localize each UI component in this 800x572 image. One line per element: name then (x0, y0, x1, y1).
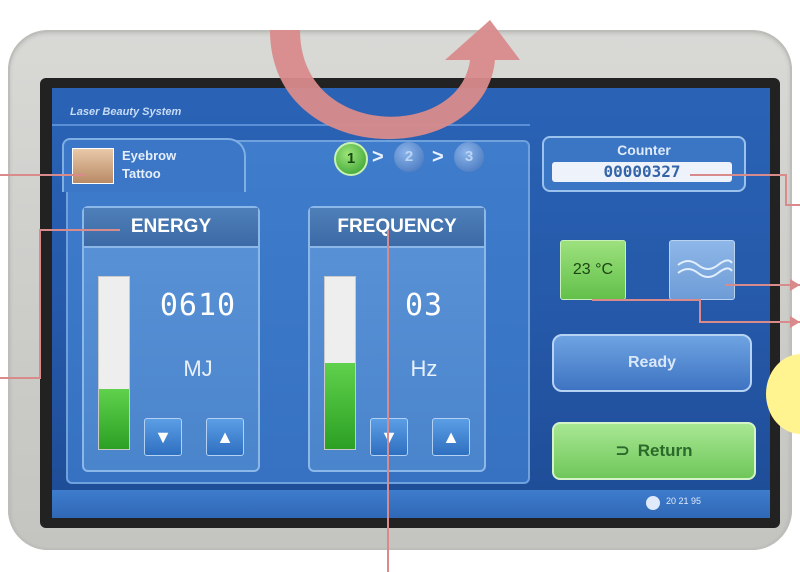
step-1-button[interactable]: 1 (334, 142, 368, 176)
app-title: Laser Beauty System (70, 106, 182, 118)
frequency-level-fill (325, 363, 355, 449)
energy-value: 0610 (159, 288, 237, 323)
frequency-unit: Hz (410, 356, 438, 381)
wave-icon (677, 259, 733, 278)
frequency-increase-button[interactable]: ▲ (432, 418, 470, 456)
chevron-right-icon: > (372, 146, 384, 168)
step-2-button[interactable]: 2 (394, 142, 424, 172)
return-label: Return (637, 441, 693, 460)
counter-value: 00000327 (552, 162, 732, 182)
frequency-value: 03 (404, 288, 444, 323)
status-bar (52, 490, 770, 518)
energy-label: ENERGY (84, 208, 258, 248)
energy-unit: MJ (183, 356, 213, 381)
program-name-line2: Tattoo (122, 166, 161, 181)
status-indicator-icon (646, 496, 660, 510)
frequency-label: FREQUENCY (310, 208, 484, 248)
program-name-line1: Eyebrow (122, 148, 177, 163)
return-arrow-icon: ⊃ (615, 441, 630, 460)
touch-screen: Laser Beauty System Eyebrow Tattoo 1 > 2… (52, 88, 770, 518)
frequency-level-bar (324, 276, 356, 450)
status-time: 20 21 95 (666, 496, 702, 506)
energy-level-fill (99, 388, 129, 449)
title-divider (52, 124, 530, 126)
chevron-right-icon: > (432, 146, 444, 168)
ready-button[interactable]: Ready (552, 334, 752, 392)
temperature-indicator: 23 °C (560, 240, 626, 300)
water-cooling-icon (669, 240, 735, 300)
step-3-button[interactable]: 3 (454, 142, 484, 172)
energy-control: ENERGY 0610 MJ ▼ ▲ (82, 206, 260, 472)
frequency-decrease-button[interactable]: ▼ (370, 418, 408, 456)
counter-label: Counter (617, 142, 671, 158)
face-thumbnail-icon (72, 148, 114, 184)
energy-level-bar (98, 276, 130, 450)
frequency-control: FREQUENCY 03 Hz ▼ ▲ (308, 206, 486, 472)
energy-decrease-button[interactable]: ▼ (144, 418, 182, 456)
energy-increase-button[interactable]: ▲ (206, 418, 244, 456)
counter-panel: Counter 00000327 (542, 136, 746, 192)
return-button[interactable]: ⊃ Return (552, 422, 756, 480)
